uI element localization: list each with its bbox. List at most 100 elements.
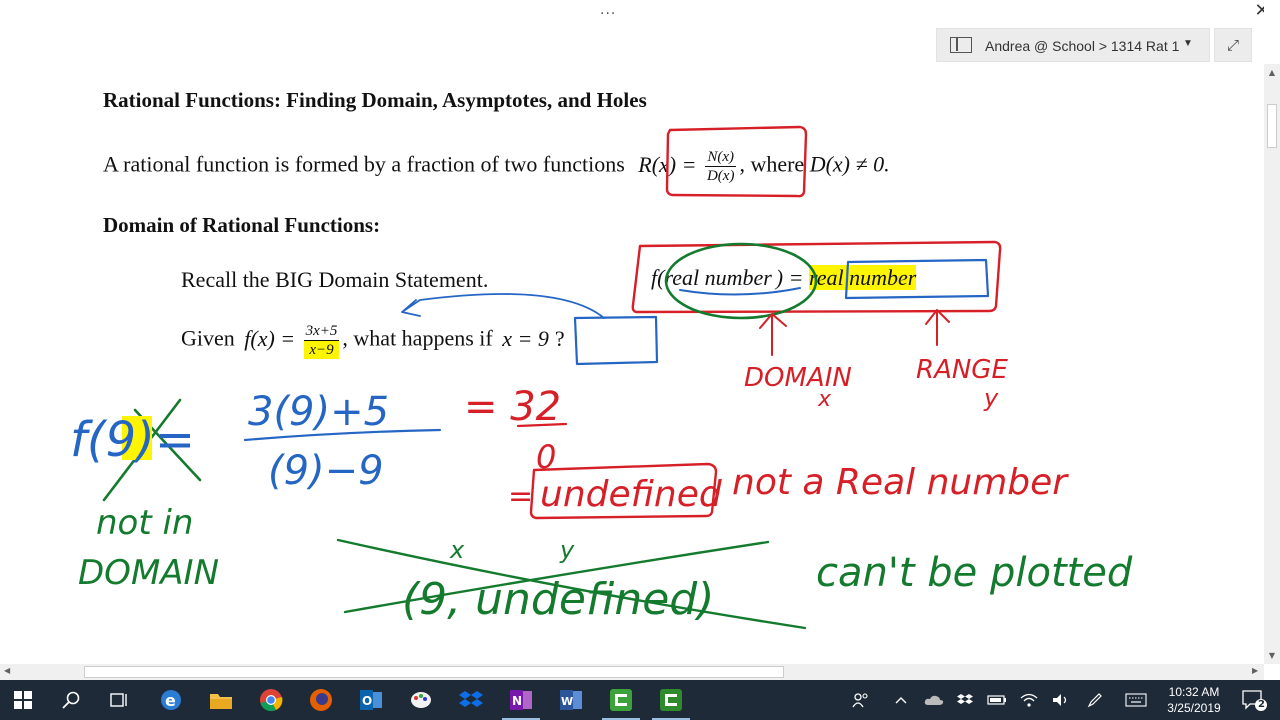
clock-time: 10:32 AM (1168, 685, 1220, 699)
task-view-icon[interactable] (96, 680, 142, 720)
ink-frac-num: 3(9)+5 (248, 389, 389, 435)
ink-box-undefined (529, 462, 718, 520)
notification-count: 2 (1258, 699, 1265, 710)
notebook-icon (950, 37, 972, 53)
clock-date: 3/25/2019 (1167, 701, 1221, 715)
domain-statement: f(real number) = real number (651, 265, 917, 291)
ink-cant-plot: can't be plotted (816, 550, 1133, 596)
ink-domain-label: DOMAIN (744, 363, 852, 393)
camtasia-icon[interactable] (598, 680, 644, 720)
onedrive-icon[interactable] (922, 680, 946, 720)
scroll-down-icon[interactable]: ▼ (1264, 651, 1280, 660)
paint-icon[interactable] (398, 680, 444, 720)
ink-pair: (9, undefined) (402, 574, 714, 625)
domain-heading: Domain of Rational Functions: (103, 213, 381, 237)
given-end: ? (554, 325, 565, 351)
intro-where: , where (739, 151, 805, 177)
page-title: Rational Functions: Finding Domain, Asym… (103, 88, 647, 112)
horizontal-scroll-thumb[interactable] (84, 666, 784, 678)
ink-fraction-bar-2 (516, 422, 568, 428)
chevron-up-icon[interactable] (890, 680, 912, 720)
intro-denominator: D(x) (706, 168, 735, 184)
ink-cross-pair-1 (336, 538, 807, 630)
ink-arrow-domain (759, 313, 787, 356)
firefox-icon[interactable] (298, 680, 344, 720)
dropbox-tray-icon[interactable] (954, 680, 976, 720)
camtasia-recorder-icon[interactable] (648, 680, 694, 720)
intro-condition: D(x) ≠ 0. (809, 151, 890, 177)
svg-text:W: W (561, 695, 573, 708)
people-icon[interactable] (848, 680, 874, 720)
statement-f: f( (651, 265, 665, 290)
edge-icon[interactable]: e (148, 680, 194, 720)
statement-eq: ) = (775, 265, 804, 290)
volume-icon[interactable] (1050, 680, 1072, 720)
notifications-icon[interactable]: 2 (1236, 680, 1272, 720)
taskbar-clock[interactable]: 10:32 AM 3/25/2019 (1158, 684, 1230, 716)
wifi-icon[interactable] (1018, 680, 1040, 720)
chrome-icon[interactable] (248, 680, 294, 720)
vertical-scroll-thumb[interactable] (1267, 104, 1277, 148)
ink-equals: = (508, 479, 533, 514)
statement-real-input: real number (664, 265, 772, 290)
onenote-page: ... ✕ Andrea @ School > 1314 Rat 1 ▼ ⤢ R… (0, 0, 1264, 664)
svg-text:O: O (362, 694, 372, 708)
intro-function: R(x) = (638, 151, 697, 177)
horizontal-scrollbar[interactable]: ◀ ▶ (0, 664, 1264, 680)
ink-fraction-bar (243, 428, 442, 442)
ink-range-var: y (983, 384, 999, 412)
battery-icon[interactable] (986, 680, 1008, 720)
ink-undefined: undefined (540, 474, 723, 515)
statement-real-output: real number (808, 265, 917, 290)
ink-pair-y: y (559, 536, 575, 564)
ink-domain-var: x (817, 387, 832, 412)
ink-result: = 32 (464, 384, 561, 430)
scroll-left-icon[interactable]: ◀ (4, 666, 10, 675)
ink-highlight-9 (122, 416, 152, 460)
ink-not-real: not a Real number (732, 462, 1069, 503)
intro-text: A rational function is formed by a fract… (103, 151, 625, 177)
ink-frac-den: (9)−9 (268, 448, 384, 494)
notebook-selector[interactable]: Andrea @ School > 1314 Rat 1 ▼ (936, 28, 1210, 62)
ink-lhs: f(9)= (70, 412, 195, 468)
title-bar-dots[interactable]: ... (600, 2, 616, 18)
given-denominator: x−9 (303, 341, 340, 359)
ink-zero: 0 (536, 438, 556, 476)
given-condition: x = 9 (502, 325, 549, 351)
given-text: Given (181, 325, 235, 351)
windows-start-icon[interactable] (0, 680, 46, 720)
dropbox-icon[interactable] (448, 680, 494, 720)
search-icon[interactable] (48, 680, 94, 720)
given-fraction: 3x+5 x−9 (303, 322, 340, 359)
scroll-right-icon[interactable]: ▶ (1252, 666, 1258, 675)
recall-text: Recall the BIG Domain Statement. (181, 267, 489, 292)
word-icon[interactable]: W (548, 680, 594, 720)
expand-icon[interactable]: ⤢ (1214, 28, 1252, 62)
ink-not-in: not in (96, 503, 193, 543)
given-line: Given f(x) = 3x+5 x−9, what happens if x … (181, 322, 565, 359)
ink-box-x9 (573, 315, 659, 366)
close-icon[interactable]: ✕ (1252, 0, 1264, 21)
chevron-down-icon[interactable]: ▼ (1183, 38, 1193, 49)
windows-taskbar: e O N W 10:32 AM 3/25/2019 2 (0, 680, 1280, 720)
svg-text:N: N (512, 694, 522, 708)
pen-icon[interactable] (1084, 680, 1106, 720)
intro-numerator: N(x) (704, 148, 737, 167)
ink-cross-1 (102, 398, 182, 502)
ink-range-label: RANGE (916, 355, 1008, 385)
ink-arrow-range (925, 309, 950, 346)
ink-cross-pair-2 (343, 540, 770, 614)
notebook-path: Andrea @ School > 1314 Rat 1 (985, 38, 1180, 54)
onenote-icon[interactable]: N (498, 680, 544, 720)
outlook-icon[interactable]: O (348, 680, 394, 720)
keyboard-icon[interactable] (1122, 680, 1150, 720)
ink-pair-x: x (449, 536, 465, 564)
file-explorer-icon[interactable] (198, 680, 244, 720)
intro-paragraph: A rational function is formed by a fract… (103, 148, 890, 185)
scroll-up-icon[interactable]: ▲ (1264, 68, 1280, 77)
given-function: f(x) = (244, 325, 296, 351)
intro-fraction: N(x) D(x) (704, 148, 737, 185)
vertical-scrollbar[interactable]: ▲ ▼ (1264, 64, 1280, 664)
given-question: , what happens if (342, 325, 493, 351)
svg-text:e: e (165, 691, 176, 710)
